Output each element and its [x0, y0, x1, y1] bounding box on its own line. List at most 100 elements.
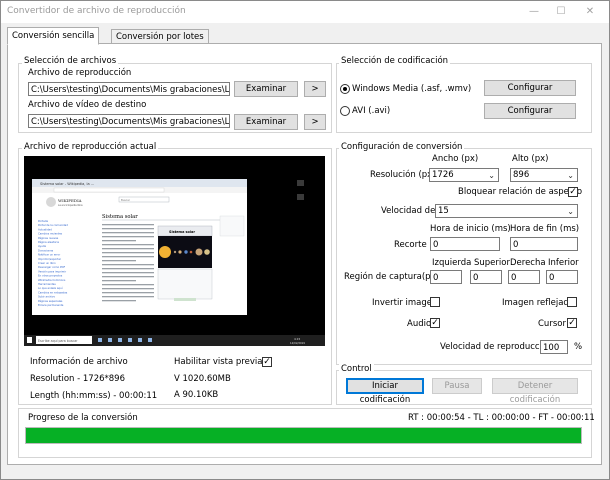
preview-nav-item: Ayuda	[38, 244, 46, 248]
cursor-label: Cursor	[538, 319, 566, 329]
preview-nav-item: Portada	[38, 219, 48, 223]
wmv-label: Windows Media (.asf, .wmv)	[352, 84, 472, 94]
preview-nav-item: Wikimedia Commons	[38, 278, 66, 282]
preview-logo-sub: La enciclopedia libre	[58, 204, 83, 207]
browse-playback-button[interactable]: Examinar	[234, 81, 298, 97]
title-bar: Convertidor de archivo de reproducción —…	[1, 1, 609, 23]
resolution-info: Resolution - 1726*896	[30, 374, 125, 384]
conversion-config-label: Configuración de conversión	[339, 142, 465, 152]
preview-nav-item: Actualidad	[38, 227, 52, 231]
start-time-input[interactable]: 0	[430, 237, 500, 251]
width-header: Ancho (px)	[432, 154, 479, 164]
left-header: Izquierda	[432, 258, 472, 268]
height-chevron-down-icon: ⌄	[567, 171, 574, 180]
preview-nav-item: Imprimir/exportar	[38, 257, 62, 261]
audio-label: Audio	[407, 319, 432, 329]
dest-file-input[interactable]: C:\Users\testing\Documents\Mis grabacion…	[28, 114, 230, 128]
preview-logo-text: WIKIPEDIA	[58, 198, 82, 203]
height-value: 896	[513, 170, 530, 180]
resolution-label: Resolución (px)	[370, 170, 436, 180]
open-dest-button[interactable]: >	[304, 114, 326, 130]
current-file-label: Archivo de reproducción actual	[22, 142, 159, 152]
browse-dest-button[interactable]: Examinar	[234, 114, 298, 130]
crop-top-input[interactable]: 0	[470, 270, 502, 284]
preview-text-line	[102, 228, 154, 230]
crop-bottom-input[interactable]: 0	[546, 270, 578, 284]
preview-nav-item: En otros proyectos	[38, 274, 63, 278]
progress-fill	[26, 428, 581, 443]
width-chevron-down-icon: ⌄	[488, 171, 495, 180]
height-select[interactable]: 896 ⌄	[510, 168, 578, 182]
preview-nav-item: Páginas nuevas	[38, 236, 59, 240]
lock-aspect-label: Bloquear relación de aspecto	[458, 187, 583, 197]
preview-text-line	[102, 280, 136, 282]
mirror-image-label: Imagen reflejada	[502, 298, 575, 308]
preview-text-line	[102, 240, 136, 242]
audio-size-info: A 90.10KB	[174, 390, 219, 400]
configure-avi-button[interactable]: Configurar	[484, 103, 576, 119]
mirror-image-checkbox[interactable]	[567, 297, 577, 307]
codec-selection-group	[336, 63, 592, 133]
codec-selection-label: Selección de codificación	[339, 56, 451, 66]
preview-text-line	[102, 264, 154, 266]
wmv-radio[interactable]	[340, 84, 350, 94]
invert-image-label: Invertir imagen	[372, 298, 438, 308]
pause-button[interactable]: Pausa	[432, 378, 482, 394]
file-info-label: Información de archivo	[30, 357, 128, 367]
app-window: Convertidor de archivo de reproducción —…	[0, 0, 610, 480]
preview-nav-item: Páginas especiales	[38, 299, 63, 303]
right-header: Derecha	[510, 258, 546, 268]
configure-wmv-button[interactable]: Configurar	[484, 80, 576, 96]
video-size-info: V 1020.60MB	[174, 374, 231, 384]
progress-bar	[25, 427, 582, 444]
audio-checkbox[interactable]: ✓	[430, 318, 440, 328]
preview-nav-item: Versión para imprimir	[38, 269, 67, 273]
preview-nav-item: Cambios recientes	[38, 232, 63, 236]
invert-image-checkbox[interactable]	[430, 297, 440, 307]
length-info: Length (hh:mm:ss) - 00:00:11	[30, 391, 158, 401]
preview-text-line	[102, 252, 154, 254]
preview-text-line	[102, 284, 154, 286]
minimize-icon[interactable]: —	[521, 4, 547, 20]
frame-rate-select[interactable]: 15 ⌄	[435, 204, 578, 218]
preview-nav-item: Subir archivo	[38, 295, 55, 299]
width-select[interactable]: 1726 ⌄	[429, 168, 499, 182]
stop-encoding-button[interactable]: Detener codificación	[492, 378, 578, 405]
preview-nav-item: Donaciones	[38, 248, 54, 252]
playback-file-input[interactable]: C:\Users\testing\Documents\Mis grabacion…	[28, 82, 230, 96]
maximize-icon[interactable]: ☐	[548, 4, 574, 20]
preview-text-line	[102, 296, 154, 298]
crop-right-input[interactable]: 0	[508, 270, 540, 284]
playback-speed-input[interactable]: 100	[540, 340, 568, 354]
frame-rate-value: 15	[438, 206, 449, 216]
bottom-header: Inferior	[548, 258, 579, 268]
enable-preview-checkbox[interactable]: ✓	[262, 357, 272, 367]
avi-label: AVI (.avi)	[352, 106, 391, 116]
preview-text-line	[102, 260, 136, 262]
preview-text-line	[102, 224, 154, 226]
cursor-checkbox[interactable]: ✓	[567, 318, 577, 328]
preview-taskbar-search: Escribe aquí para buscar	[38, 339, 78, 343]
preview-infobox-title: Sistema solar	[169, 230, 195, 234]
preview-nav-item: Cambios en enlazadas	[38, 290, 68, 294]
open-playback-button[interactable]: >	[304, 81, 326, 97]
frame-rate-label: Velocidad de	[381, 206, 436, 216]
start-encoding-button[interactable]: Iniciar codificación	[346, 378, 424, 405]
file-selection-label: Selección de archivos	[22, 56, 119, 66]
height-header: Alto (px)	[512, 154, 549, 164]
video-preview: Sistema solar - Wikipedia, la ... WIKIPE…	[24, 156, 325, 346]
preview-text-line	[102, 244, 154, 246]
end-time-input[interactable]: 0	[510, 237, 578, 251]
lock-aspect-checkbox[interactable]: ✓	[568, 187, 578, 197]
crop-left-input[interactable]: 0	[430, 270, 462, 284]
avi-radio[interactable]	[340, 106, 350, 116]
playback-speed-label: Velocidad de reproducción	[440, 342, 553, 352]
preview-text-line	[102, 276, 154, 278]
progress-label: Progreso de la conversión	[28, 413, 138, 423]
tab-simple-conversion[interactable]: Conversión sencilla	[7, 27, 100, 45]
close-icon[interactable]: ✕	[577, 4, 603, 20]
preview-nav-item: Lo que enlaza aquí	[38, 286, 63, 290]
preview-text-line	[102, 256, 154, 258]
preview-article-title: Sistema solar	[102, 214, 138, 220]
capture-region-label: Región de captura(px)	[344, 272, 439, 282]
